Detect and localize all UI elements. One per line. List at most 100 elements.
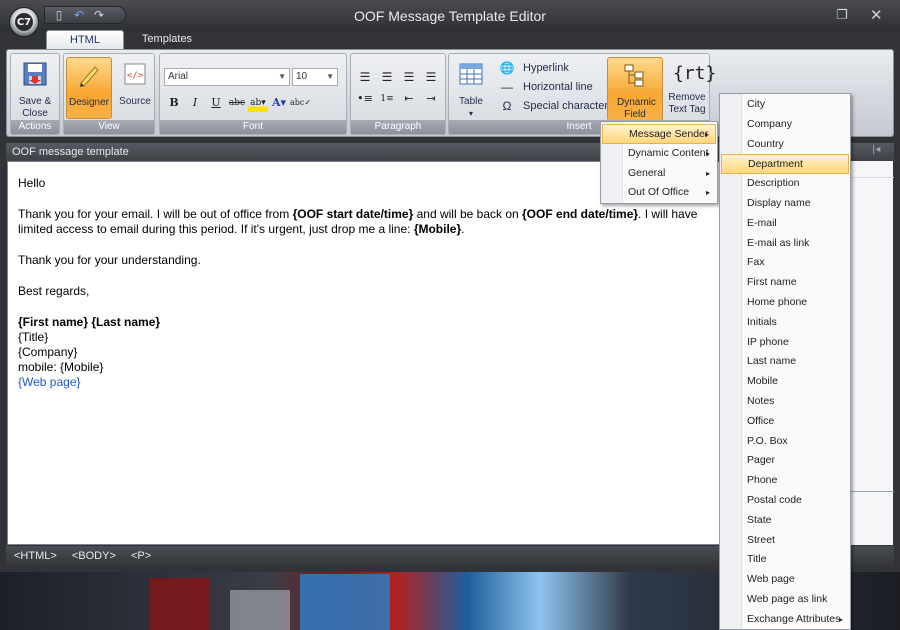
application-orb-button[interactable]: C7 (9, 7, 39, 37)
restore-icon[interactable]: ❐ (836, 8, 848, 23)
horizontal-line-icon: — (501, 80, 513, 94)
menu-item-out-of-office[interactable]: Out Of Office ▸ (602, 183, 716, 203)
underline-icon[interactable]: U (206, 94, 226, 112)
submenu-item-notes[interactable]: Notes (721, 392, 849, 412)
c7-logo-icon: C7 (15, 13, 33, 31)
remove-text-tag-label: Remove Text Tag (668, 92, 706, 115)
submenu-item-company[interactable]: Company (721, 115, 849, 135)
submenu-item-last-name[interactable]: Last name (721, 352, 849, 372)
submenu-item-mobile[interactable]: Mobile (721, 372, 849, 392)
hyperlink-button[interactable]: 🌐 Hyperlink (499, 59, 569, 77)
designer-button[interactable]: Designer (66, 57, 112, 119)
designer-label: Designer (68, 97, 110, 108)
source-code-icon: </> (124, 63, 146, 85)
group-font: Arial ▼ 10 ▼ B I U abc ab▾ A▾ abc✓ Font (159, 53, 347, 135)
remove-text-tag-button[interactable]: {rt} Remove Text Tag (665, 57, 717, 119)
tag-p[interactable]: <P> (131, 550, 151, 562)
tag-body[interactable]: <BODY> (72, 550, 116, 562)
submenu-item-first-name[interactable]: First name (721, 273, 849, 293)
submenu-item-initials[interactable]: Initials (721, 313, 849, 333)
strikethrough-icon[interactable]: abc (227, 94, 247, 112)
right-panel (850, 161, 894, 545)
table-label: Table (459, 96, 483, 107)
submenu-item-e-mail[interactable]: E-mail (721, 214, 849, 234)
submenu-item-postal-code[interactable]: Postal code (721, 491, 849, 511)
hyperlink-label: Hyperlink (523, 62, 569, 74)
submenu-item-city[interactable]: City (721, 95, 849, 115)
submenu-item-home-phone[interactable]: Home phone (721, 293, 849, 313)
align-center-icon[interactable]: ☰ (377, 68, 397, 86)
hyperlink-icon: 🌐 (499, 61, 515, 75)
save-close-button[interactable]: Save & Close (16, 57, 54, 119)
submenu-item-web-page-as-link[interactable]: Web page as link (721, 590, 849, 610)
submenu-item-department[interactable]: Department (721, 154, 849, 175)
submenu-item-state[interactable]: State (721, 511, 849, 531)
submenu-item-e-mail-as-link[interactable]: E-mail as link (721, 234, 849, 254)
svg-text:</>: </> (127, 71, 144, 81)
highlight-icon[interactable]: ab▾ (248, 94, 268, 112)
group-label-paragraph: Paragraph (351, 120, 445, 134)
chevron-right-icon: ▸ (705, 188, 710, 198)
horizontal-line-button[interactable]: — Horizontal line (499, 78, 593, 96)
tab-templates[interactable]: Templates (130, 30, 204, 50)
group-actions: Save & Close Actions (10, 53, 60, 135)
window-title: OOF Message Template Editor (354, 8, 546, 24)
submenu-item-fax[interactable]: Fax (721, 253, 849, 273)
save-close-label: Save & Close (18, 96, 52, 119)
font-size-combo[interactable]: 10 ▼ (292, 68, 338, 86)
tag-html[interactable]: <HTML> (14, 550, 57, 562)
tab-html[interactable]: HTML (46, 30, 124, 50)
submenu-item-ip-phone[interactable]: IP phone (721, 333, 849, 353)
indent-icon[interactable]: ⇥ (421, 90, 441, 108)
spellcheck-icon[interactable]: abc✓ (290, 94, 311, 112)
font-name-value: Arial (168, 71, 189, 82)
bold-icon[interactable]: B (164, 94, 184, 112)
numbered-list-icon[interactable]: 1≡ (377, 90, 397, 108)
submenu-item-country[interactable]: Country (721, 135, 849, 155)
dynamic-field-menu: Message Sender ▸ Dynamic Content ▸ General… (600, 121, 718, 204)
submenu-item-exchange-attributes[interactable]: Exchange Attributes ▸ (721, 610, 849, 630)
submenu-item-office[interactable]: Office (721, 412, 849, 432)
chevron-right-icon: ▸ (704, 130, 709, 139)
bullet-list-icon[interactable]: •≡ (355, 90, 375, 108)
submenu-item-street[interactable]: Street (721, 531, 849, 551)
submenu-item-description[interactable]: Description (721, 174, 849, 194)
chevron-right-icon: ▸ (838, 614, 843, 624)
title-bar: C7 ▯ ↶ ↷ OOF Message Template Editor ❐ ✕ (0, 0, 900, 37)
signature-name: {First name} {Last name} (18, 315, 161, 329)
menu-item-message-sender[interactable]: Message Sender ▸ (602, 124, 716, 144)
special-character-button[interactable]: Ω Special character (499, 97, 609, 115)
submenu-item-pager[interactable]: Pager (721, 451, 849, 471)
field-oof-end: {OOF end date/time} (522, 207, 639, 221)
submenu-item-phone[interactable]: Phone (721, 471, 849, 491)
font-color-icon[interactable]: A▾ (269, 94, 289, 112)
italic-icon[interactable]: I (185, 94, 205, 112)
chevron-down-icon: ▾ (468, 109, 473, 118)
align-left-icon[interactable]: ☰ (355, 68, 375, 86)
dynamic-field-button[interactable]: Dynamic Field (607, 57, 663, 121)
body-text: and will be back on (413, 207, 523, 221)
submenu-item-title[interactable]: Title (721, 550, 849, 570)
menu-item-general[interactable]: General ▸ (602, 164, 716, 184)
dynamic-field-icon (624, 64, 644, 87)
close-icon[interactable]: ✕ (870, 6, 883, 24)
message-sender-submenu: City Company Country Department Description D… (719, 93, 851, 630)
align-justify-icon[interactable]: ☰ (421, 68, 441, 86)
submenu-item-display-name[interactable]: Display name (721, 194, 849, 214)
source-button[interactable]: </> Source (116, 57, 154, 119)
outdent-icon[interactable]: ⇤ (399, 90, 419, 108)
source-label: Source (119, 96, 151, 107)
menu-item-dynamic-content[interactable]: Dynamic Content ▸ (602, 144, 716, 164)
submenu-item-web-page[interactable]: Web page (721, 570, 849, 590)
pin-icon[interactable]: |◂ (872, 144, 880, 155)
align-right-icon[interactable]: ☰ (399, 68, 419, 86)
dynamic-field-label: Dynamic Field (617, 97, 656, 120)
remove-tag-icon: {rt} (673, 63, 717, 84)
field-oof-start: {OOF start date/time} (292, 207, 414, 221)
font-name-combo[interactable]: Arial ▼ (164, 68, 290, 86)
submenu-item-p-o-box[interactable]: P.O. Box (721, 432, 849, 452)
chevron-down-icon: ▼ (326, 72, 334, 81)
body-paragraph: Thank you for your email. I will be out … (18, 207, 698, 237)
body-text: . (461, 222, 465, 236)
table-button[interactable]: Table ▾ (453, 57, 489, 119)
